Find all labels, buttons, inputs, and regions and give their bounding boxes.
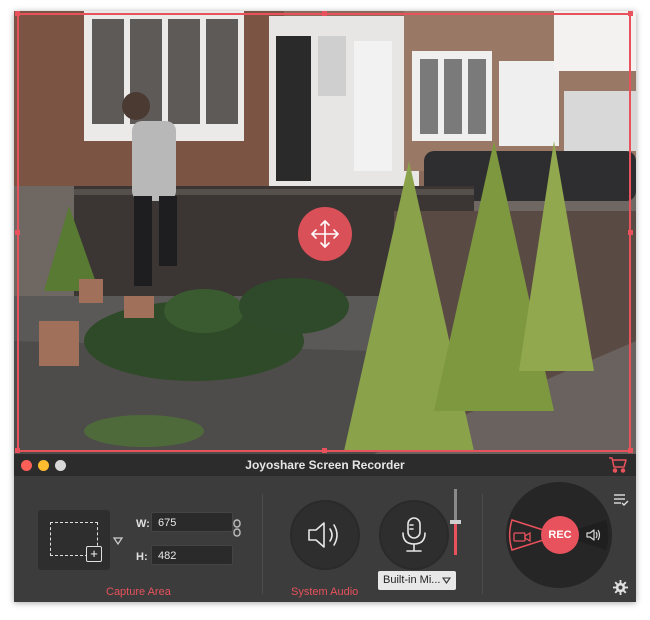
width-input[interactable]: 675 [151, 512, 233, 532]
divider [262, 494, 263, 594]
window-title: Joyoshare Screen Recorder [245, 458, 405, 472]
divider [482, 494, 483, 594]
list-icon[interactable] [613, 493, 629, 507]
volume-slider-fill [454, 522, 457, 555]
capture-preview[interactable] [14, 11, 636, 454]
height-input[interactable]: 482 [151, 545, 233, 565]
gear-icon[interactable] [613, 580, 628, 595]
volume-slider-knob[interactable] [450, 520, 461, 524]
resize-handle-left[interactable] [15, 230, 20, 235]
resize-handle-top-left[interactable] [15, 11, 20, 16]
microphone-icon [402, 517, 426, 552]
system-audio-label: System Audio [291, 586, 359, 598]
title-bar: Joyoshare Screen Recorder [14, 454, 636, 476]
resize-handle-bottom[interactable] [322, 448, 327, 453]
width-label: W: [136, 518, 150, 530]
microphone-button[interactable] [379, 500, 449, 570]
microphone-select-value: Built-in Mi... [383, 574, 441, 586]
move-icon [311, 220, 339, 248]
record-button[interactable]: REC [541, 516, 579, 554]
capture-area-label: Capture Area [106, 586, 171, 598]
resize-handle-top[interactable] [322, 11, 327, 16]
control-panel: Joyoshare Screen Recorder + W: 675 H: 48… [14, 454, 636, 602]
camera-icon[interactable] [513, 530, 531, 542]
audio-settings-icon[interactable] [586, 528, 602, 542]
speaker-icon [308, 522, 338, 548]
resize-handle-top-right[interactable] [628, 11, 633, 16]
dropdown-arrow-icon[interactable] [113, 537, 123, 545]
capture-area-selector[interactable]: + [38, 510, 110, 570]
microphone-select[interactable]: Built-in Mi... [378, 571, 456, 590]
resize-handle-bottom-left[interactable] [15, 448, 20, 453]
plus-icon: + [86, 546, 102, 562]
resize-handle-bottom-right[interactable] [628, 448, 633, 453]
app-window: Joyoshare Screen Recorder + W: 675 H: 48… [14, 11, 636, 602]
height-label: H: [136, 551, 148, 563]
chevron-down-icon [442, 577, 451, 584]
move-handle[interactable] [298, 207, 352, 261]
cart-icon[interactable] [608, 456, 628, 474]
system-audio-button[interactable] [290, 500, 360, 570]
resize-handle-right[interactable] [628, 230, 633, 235]
link-icon[interactable] [233, 519, 241, 537]
